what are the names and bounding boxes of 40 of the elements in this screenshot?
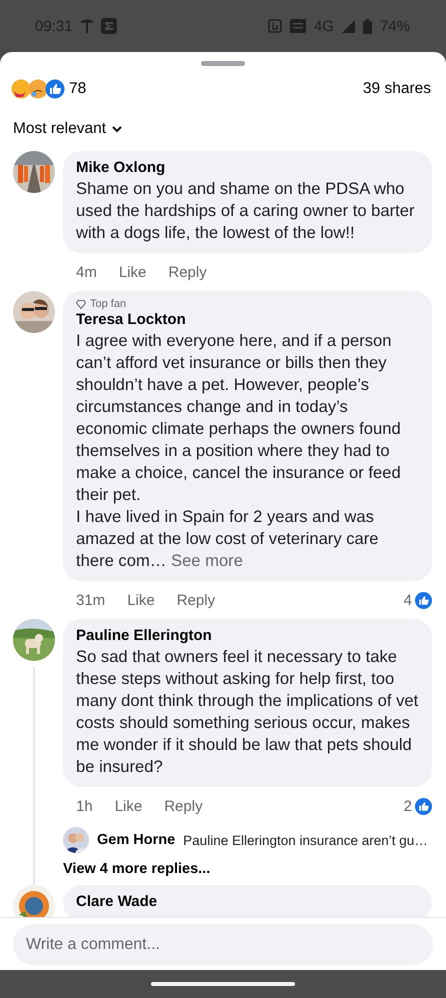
chevron-down-icon	[112, 126, 122, 132]
app-icon	[100, 18, 117, 34]
comment-text: Shame on you and shame on the PDSA who used the hardships of a caring owner to barter with a dogs life, the lowest of the low!!	[76, 178, 416, 244]
reply-button[interactable]: Reply	[168, 264, 207, 280]
signal-icon	[342, 20, 355, 32]
comment-time: 4m	[76, 264, 97, 280]
commenter-name[interactable]: Mike Oxlong	[76, 158, 420, 178]
shares-count[interactable]: 39 shares	[362, 80, 431, 98]
commenter-name[interactable]: Clare Wade	[76, 892, 420, 912]
diamond-icon	[76, 300, 86, 308]
sort-dropdown[interactable]: Most relevant	[13, 120, 122, 138]
battery-icon	[362, 18, 372, 34]
like-button[interactable]: Like	[118, 264, 146, 280]
commenter-name[interactable]: Pauline Ellerington	[76, 626, 420, 646]
like-icon	[415, 592, 432, 608]
reactions-icon	[11, 78, 65, 98]
comment-time: 1h	[76, 798, 93, 814]
reply-text: Pauline Ellerington insurance aren’t gu…	[183, 832, 428, 848]
reply-author[interactable]: Gem Horne	[97, 832, 176, 848]
comment-input[interactable]: Write a comment...	[13, 924, 433, 965]
reply-button[interactable]: Reply	[176, 592, 216, 608]
reaction-count[interactable]: 2	[404, 798, 412, 814]
like-button[interactable]: Like	[127, 592, 155, 608]
volte-icon	[290, 19, 306, 33]
antenna-icon	[80, 19, 93, 33]
drag-handle[interactable]	[201, 61, 245, 66]
nfc-icon	[268, 19, 282, 33]
comment-text: I agree with everyone here, and if a person can’t afford vet insurance or bills then they shouldn’t have a pet. However, people’s circumstances change and in today’s economic climate perhaps the owners found themselves in a position where they had to make a choice, cancel the insurance or feed their pet. I have lived in Spain for 2 years and was amazed at the low cost of veterinary care there com… See more	[76, 330, 402, 572]
home-indicator[interactable]	[151, 982, 295, 986]
comment-text: So sad that owners feel it necessary to take these steps without asking for help first, too many dont think through the implications of vet costs should something serious occur, makes me wonder if it should be law that pets should be insured?	[76, 646, 420, 778]
commenter-name[interactable]: Teresa Lockton	[76, 310, 420, 330]
see-more-link[interactable]: See more	[171, 551, 243, 570]
comment-time: 31m	[76, 592, 106, 608]
reply-button[interactable]: Reply	[164, 798, 203, 814]
like-icon	[415, 798, 432, 814]
like-button[interactable]: Like	[114, 798, 142, 814]
reaction-count[interactable]: 4	[404, 592, 412, 608]
reaction-count[interactable]: 78	[69, 80, 86, 98]
top-fan-label: Top fan	[90, 298, 126, 310]
view-more-replies-link[interactable]: View 4 more replies...	[63, 861, 432, 877]
